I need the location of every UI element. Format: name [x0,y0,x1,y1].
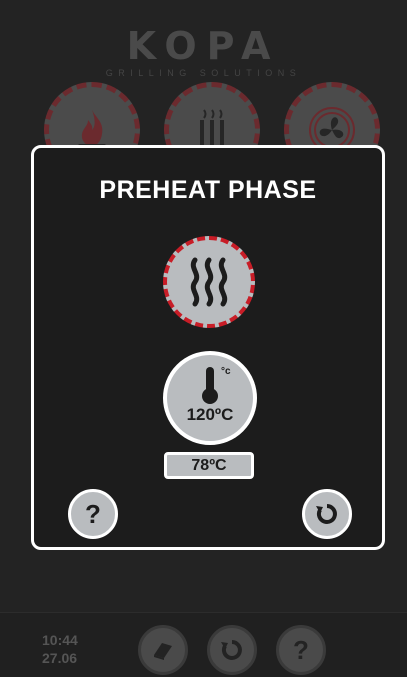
clock-date: 27.06 [42,650,78,666]
refresh-icon [316,504,337,524]
refresh-icon [221,640,242,660]
clock-time: 10:44 [42,632,78,648]
question-mark-icon: ? [85,499,101,529]
set-temperature-value: 120ºC [186,405,234,424]
status-bar: 10:44 27.06 ? [0,612,407,677]
preheat-status-indicator [163,236,255,328]
book-icon [154,643,172,660]
heat-waves-icon [190,257,228,307]
reset-button-bottom[interactable] [207,625,257,675]
restart-button[interactable] [302,489,352,539]
current-temperature-display: 78ºC [164,452,254,479]
brand-name: KOPA [126,24,281,68]
thermometer-icon [202,367,218,404]
brand-logo: KOPA GRILLING SOLUTIONS [0,26,407,78]
preheat-dialog: PREHEAT PHASE °c 120ºC 78ºC ? [31,145,385,550]
clock: 10:44 27.06 [42,631,78,667]
help-button[interactable]: ? [68,489,118,539]
recipe-book-button[interactable] [138,625,188,675]
unit-symbol: °c [221,366,231,377]
question-mark-icon: ? [293,634,309,665]
help-button-bottom[interactable]: ? [276,625,326,675]
dialog-title: PREHEAT PHASE [99,176,317,204]
brand-tagline: GRILLING SOLUTIONS [105,68,302,78]
set-temperature-button[interactable]: °c 120ºC [163,351,257,445]
